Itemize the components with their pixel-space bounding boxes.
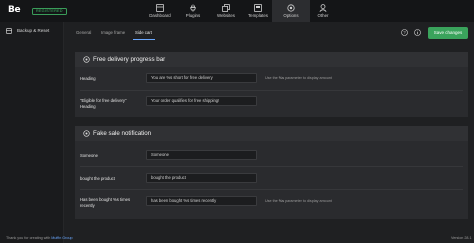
nav-other[interactable]: Other <box>304 0 342 22</box>
backup-icon <box>6 28 12 34</box>
bought-product-input[interactable]: bought the product <box>146 173 257 183</box>
tab-general[interactable]: General <box>76 30 91 35</box>
field-label: bought the product <box>80 176 115 181</box>
sidebar-item-label: Backup & Reset <box>17 28 50 33</box>
bought-times-input[interactable]: has been bought %s times recently <box>146 196 257 206</box>
section-free-delivery: Free delivery progress bar Heading You a… <box>75 52 468 117</box>
templates-icon <box>254 4 262 12</box>
section-title: Free delivery progress bar <box>93 56 166 63</box>
brand-logo[interactable]: Be <box>8 5 21 15</box>
options-icon <box>287 4 295 12</box>
field-label: "Eligible for free delivery" Heading <box>80 98 127 109</box>
eligible-heading-input[interactable]: Your order qualifies for free shipping! <box>146 96 257 106</box>
nav-other-label: Other <box>317 13 329 18</box>
section-header: Free delivery progress bar <box>75 52 468 67</box>
websites-icon <box>222 4 230 12</box>
tab-image-frame[interactable]: Image frame <box>101 30 125 35</box>
divider <box>80 189 463 190</box>
divider <box>80 166 463 167</box>
version-label: Version 28.1 <box>451 236 472 240</box>
field-hint: Use the %s parameter to display amount <box>265 199 332 203</box>
top-bar: Be REGISTERED Dashboard Plugins Websites… <box>0 0 474 22</box>
field-hint: Use the %s parameter to display amount <box>265 76 332 80</box>
other-icon <box>319 4 327 12</box>
info-icon[interactable] <box>414 29 421 36</box>
field-label: Has been bought %s times recently <box>80 197 131 208</box>
field-label: Someone <box>80 153 98 158</box>
plugins-icon <box>190 4 196 12</box>
section-title: Fake sale notification <box>93 130 152 137</box>
save-changes-button[interactable]: Save changes <box>428 27 468 39</box>
sidebar <box>0 22 64 243</box>
field-label: Heading <box>80 76 96 81</box>
section-header: Fake sale notification <box>75 126 468 141</box>
footer-link[interactable]: Muffin Group <box>51 236 72 240</box>
heading-input[interactable]: You are %s short for free delivery <box>146 73 257 83</box>
tab-side-cart[interactable]: Side cart <box>135 30 152 35</box>
dashboard-icon <box>156 4 164 12</box>
divider <box>80 90 463 91</box>
someone-input[interactable]: Someone <box>146 150 257 160</box>
footer-credit: Thank you for creating with Muffin Group <box>6 236 73 240</box>
svg-text:?: ? <box>403 30 406 35</box>
help-icon[interactable]: ? <box>401 29 408 36</box>
active-tab-indicator <box>133 39 155 40</box>
section-fake-sale: Fake sale notification Someone Someone b… <box>75 126 468 219</box>
gear-icon <box>83 130 90 137</box>
registered-badge: REGISTERED <box>32 8 67 15</box>
gear-icon <box>83 56 90 63</box>
